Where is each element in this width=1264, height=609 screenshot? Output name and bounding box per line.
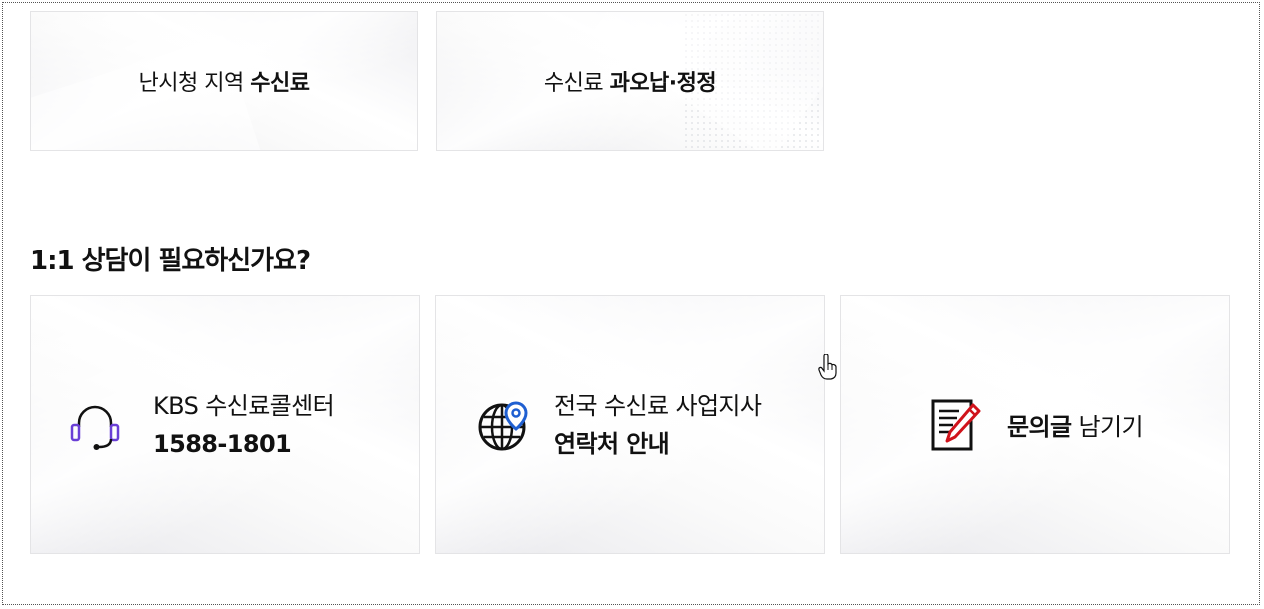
globe-location-icon — [478, 400, 528, 450]
card-branch-contacts[interactable]: 전국 수신료 사업지사 연락처 안내 — [435, 295, 825, 554]
branch-text: 전국 수신료 사업지사 연락처 안내 — [554, 387, 762, 463]
branch-label: 전국 수신료 사업지사 — [554, 391, 762, 420]
headset-icon — [70, 405, 120, 450]
card-overpayment-correction[interactable]: 수신료 과오납·정정 — [436, 11, 824, 151]
call-center-text: KBS 수신료콜센터 1588-1801 — [153, 387, 335, 463]
section-title: 1:1 상담이 필요하신가요? — [30, 246, 311, 276]
branch-contact-guide: 연락처 안내 — [554, 429, 670, 458]
card-label: 수신료 과오납·정정 — [543, 71, 717, 96]
card-call-center[interactable]: KBS 수신료콜센터 1588-1801 — [30, 295, 420, 554]
call-center-label: KBS 수신료콜센터 — [153, 391, 335, 420]
card-label: 난시청 지역 수신료 — [138, 71, 310, 96]
hand-cursor-icon — [818, 354, 837, 380]
card-leave-inquiry[interactable]: 문의글 남기기 — [840, 295, 1230, 554]
inquiry-label: 문의글 남기기 — [1007, 413, 1144, 441]
document-pencil-icon — [931, 399, 981, 450]
card-poor-reception-fee[interactable]: 난시청 지역 수신료 — [30, 11, 418, 151]
call-center-number: 1588-1801 — [153, 429, 292, 458]
